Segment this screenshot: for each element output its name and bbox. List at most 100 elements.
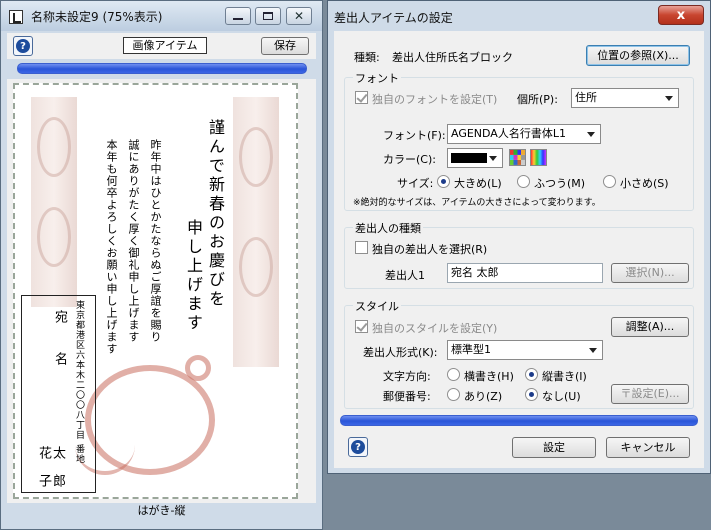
mode-label: 画像アイテム [123,37,207,54]
postal-yes-label: あり(Z) [464,390,503,403]
window-title: 名称未設定9 (75%表示) [31,10,163,24]
toolbar: ? 画像アイテム 保存 [7,33,316,59]
progress-bar [17,63,307,74]
chevron-down-icon [589,348,597,353]
horizontal-radio[interactable] [447,368,460,381]
postcard-preview[interactable]: 謹んで新春のお慶びを 申し上げます 昨年中はひとかたならぬご厚誼を賜り 誠にあり… [13,83,298,499]
left-decoration [31,97,77,307]
greeting-message: 本年も何卒よろしくお願い申し上げます [105,139,118,355]
kind-value: 差出人住所氏名ブロック [392,51,513,64]
style-group-title: スタイル [353,298,401,314]
swirl-decoration [37,207,71,267]
font-label: フォント(F): [383,129,446,142]
minimize-button[interactable] [225,7,251,25]
greeting-heading: 謹んで新春のお慶びを [206,119,225,309]
swirl-decoration [37,117,71,177]
ok-button[interactable]: 設定 [512,437,596,458]
location-label: 個所(P): [517,93,558,106]
help-icon: ? [351,440,365,454]
maximize-button[interactable] [255,7,281,25]
title-bar[interactable]: 名称未設定9 (75%表示) ✕ [1,1,322,31]
font-group: フォント 独自のフォントを設定(T) 個所(P): 住所 フォント(F): AG… [344,70,694,211]
size-large-label: 大きめ(L) [454,177,502,190]
vertical-radio[interactable] [525,368,538,381]
sender-settings-dialog: 差出人アイテムの設定 x 種類: 差出人住所氏名ブロック 位置の参照(X)...… [327,0,711,474]
close-button[interactable]: ✕ [286,7,312,25]
chevron-down-icon [665,96,673,101]
horizontal-label: 横書き(H) [464,370,514,383]
color-swatch [451,153,487,163]
name-char: 宛 [52,310,67,323]
postal-yes-radio[interactable] [447,388,460,401]
size-normal-radio[interactable] [517,175,530,188]
greeting-message: 誠にありがたく厚く御礼申し上げます [127,139,140,343]
format-value: 標準型1 [451,343,491,356]
font-group-title: フォント [353,70,401,86]
own-style-checkbox[interactable] [355,320,368,333]
format-label: 差出人形式(K): [363,346,438,359]
location-select[interactable]: 住所 [571,88,679,108]
reference-position-button[interactable]: 位置の参照(X)... [586,45,690,66]
sender-group-title: 差出人の種類 [353,220,423,236]
sender-group: 差出人の種類 独自の差出人を選択(R) 差出人1 宛名 太郎 選択(N)... [344,220,694,289]
own-font-checkbox[interactable] [355,91,368,104]
own-font-label: 独自のフォントを設定(T) [372,93,498,106]
color-picker-icon[interactable] [530,149,547,166]
help-button[interactable]: ? [13,36,33,56]
direction-label: 文字方向: [383,370,431,383]
right-decoration [233,97,279,367]
sender-label: 差出人1 [385,269,425,282]
color-label: カラー(C): [383,153,436,166]
adjust-button[interactable]: 調整(A)... [611,317,689,337]
swirl-decoration [239,237,273,297]
chevron-down-icon [489,156,497,161]
postal-no-radio[interactable] [525,388,538,401]
card-area: 謹んで新春のお慶びを 申し上げます 昨年中はひとかたならぬご厚誼を賜り 誠にあり… [7,79,316,503]
chevron-down-icon [587,132,595,137]
size-small-label: 小さめ(S) [620,177,669,190]
close-icon: x [676,7,686,23]
size-normal-label: ふつう(M) [534,177,586,190]
own-sender-label: 独自の差出人を選択(R) [372,243,488,256]
sender-address: 東京都港区六本木二〇〇八丁目 番地 [74,300,84,464]
sender-field[interactable]: 宛名 太郎 [447,263,603,283]
greeting-message: 昨年中はひとかたならぬご厚誼を賜り [149,139,162,343]
own-sender-checkbox[interactable] [355,241,368,254]
save-button[interactable]: 保存 [261,37,309,55]
vertical-label: 縦書き(I) [542,370,587,383]
dialog-title: 差出人アイテムの設定 [334,11,453,25]
size-note: ※絶対的なサイズは、アイテムの大きさによって変わります。 [353,198,601,208]
size-label: サイズ: [397,177,434,190]
rat-ear [185,355,211,381]
format-select[interactable]: 標準型1 [447,340,603,360]
greeting-heading: 申し上げます [184,219,203,333]
font-select[interactable]: AGENDA人名行書体L1 [447,124,601,144]
style-group: スタイル 独自のスタイルを設定(Y) 調整(A)... 差出人形式(K): 標準… [344,298,694,409]
font-value: AGENDA人名行書体L1 [451,127,566,140]
name-char: 花 [36,446,51,459]
color-palette-icon[interactable] [509,149,526,166]
app-icon [9,10,23,24]
name-char: 名 [52,352,67,365]
swirl-decoration [239,127,273,187]
preview-window: 名称未設定9 (75%表示) ✕ ? 画像アイテム 保存 謹んで新春のお慶びを … [0,0,323,530]
name-char: 子 [36,474,51,487]
location-value: 住所 [575,91,597,104]
postal-settings-button[interactable]: 〒設定(E)... [611,384,689,404]
dialog-progress-bar [340,415,698,426]
cancel-button[interactable]: キャンセル [606,437,690,458]
maximize-icon [263,12,273,20]
dialog-body: 種類: 差出人住所氏名ブロック 位置の参照(X)... フォント 独自のフォント… [334,31,704,468]
sender-block[interactable]: 東京都港区六本木二〇〇八丁目 番地 宛 名 太 郎 花 子 [21,295,96,493]
kind-label: 種類: [354,51,380,64]
color-select[interactable] [447,148,503,168]
size-small-radio[interactable] [603,175,616,188]
dialog-title-bar[interactable]: 差出人アイテムの設定 x [328,1,710,31]
postal-no-label: なし(U) [542,390,581,403]
dialog-close-button[interactable]: x [658,5,704,25]
size-large-radio[interactable] [437,175,450,188]
status-bar: はがき-縦 [137,504,186,517]
own-style-label: 独自のスタイルを設定(Y) [372,322,498,335]
dialog-help-button[interactable]: ? [348,437,368,457]
select-sender-button[interactable]: 選択(N)... [611,263,689,283]
